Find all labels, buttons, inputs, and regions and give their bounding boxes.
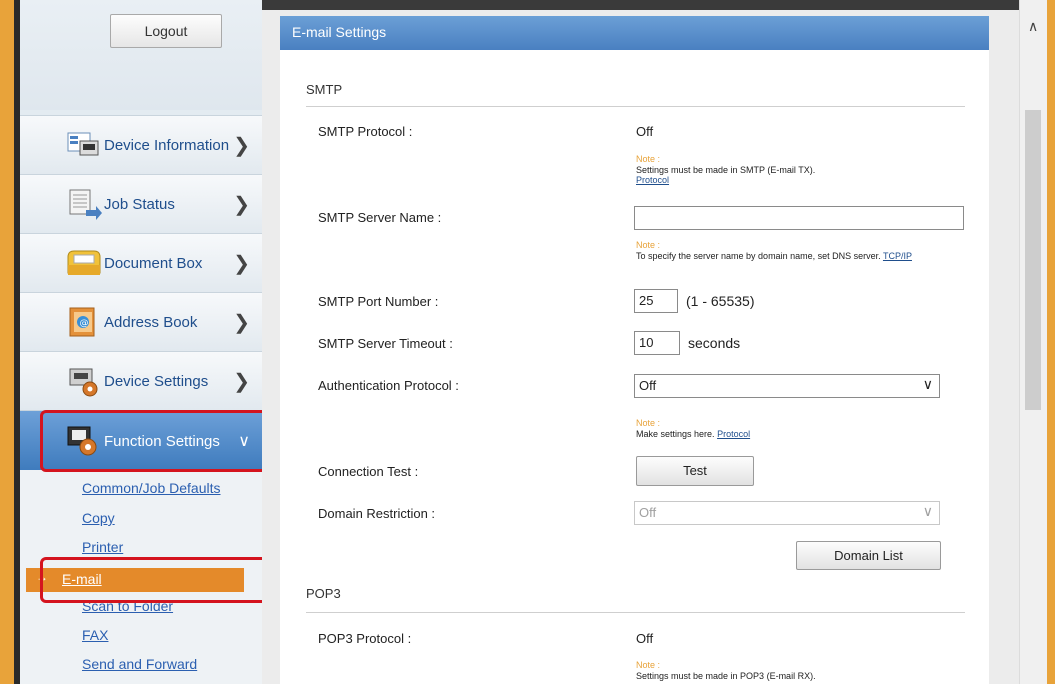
chevron-right-icon: ❯ [233, 134, 250, 157]
note-body: Make settings here. [636, 429, 715, 439]
authentication-protocol-select[interactable]: Off ∨ [634, 374, 940, 398]
smtp-protocol-value: Off [636, 124, 654, 139]
scroll-thumb[interactable] [1025, 110, 1041, 410]
chevron-down-icon: ∨ [922, 376, 933, 392]
smtp-timeout-input[interactable]: 10 [634, 331, 680, 355]
select-value: Off [639, 505, 657, 520]
callout-highlight-2 [40, 557, 276, 603]
note-text: Settings must be made in POP3 (E-mail RX… [636, 671, 936, 684]
smtp-server-name-input[interactable] [634, 206, 964, 230]
nav-document-box[interactable]: Document Box ❯ [20, 233, 262, 292]
submenu-send-and-forward[interactable]: Send and Forward [82, 656, 197, 672]
note-body: Settings must be made in POP3 (E-mail RX… [636, 671, 816, 681]
nav-label: Device Settings [104, 372, 209, 390]
top-strip [262, 0, 1019, 10]
chevron-right-icon: ❯ [233, 370, 250, 393]
note-heading: Note : [636, 240, 661, 250]
nav-label: Job Status [104, 195, 175, 213]
submenu-printer[interactable]: Printer [82, 539, 123, 555]
smtp-timeout-unit: seconds [688, 335, 741, 351]
divider [306, 106, 965, 107]
nav-label: Document Box [104, 254, 203, 272]
nav-device-information[interactable]: Device Information ❯ [20, 115, 262, 174]
pop3-protocol-label: POP3 Protocol : [318, 631, 412, 646]
test-button[interactable]: Test [636, 456, 754, 486]
protocol-link[interactable]: Protocol [717, 429, 750, 439]
smtp-protocol-label: SMTP Protocol : [318, 124, 413, 139]
note-text: Make settings here. Protocol [636, 429, 936, 439]
nav-label: Device Information [104, 136, 230, 154]
vertical-scrollbar[interactable]: ∧ [1019, 0, 1047, 684]
logout-button[interactable]: Logout [110, 14, 222, 48]
panel-header: E-mail Settings [280, 16, 989, 50]
panel-body [280, 50, 989, 684]
device-information-icon [67, 132, 99, 156]
submenu-common-job-defaults[interactable]: Common/Job Defaults [82, 480, 221, 496]
note-heading: Note : [636, 418, 661, 428]
domain-restriction-label: Domain Restriction : [318, 506, 436, 521]
smtp-port-label: SMTP Port Number : [318, 294, 439, 309]
window-frame-right [1046, 0, 1055, 684]
smtp-port-range: (1 - 65535) [686, 293, 755, 309]
note-text: Settings must be made in SMTP (E-mail TX… [636, 165, 936, 185]
divider [306, 612, 965, 613]
protocol-link[interactable]: Protocol [636, 175, 669, 185]
nav-label: Address Book [104, 313, 198, 331]
note-text: To specify the server name by domain nam… [636, 251, 936, 261]
note-heading: Note : [636, 154, 661, 164]
nav-address-book[interactable]: @ Address Book ❯ [20, 292, 262, 351]
authentication-protocol-label: Authentication Protocol : [318, 378, 459, 393]
panel-title: E-mail Settings [292, 24, 387, 40]
note-body: To specify the server name by domain nam… [636, 251, 881, 261]
nav-device-settings[interactable]: Device Settings ❯ [20, 351, 262, 410]
submenu-copy[interactable]: Copy [82, 510, 115, 526]
document-box-icon [67, 250, 101, 275]
window-frame-left [0, 0, 14, 684]
nav-job-status[interactable]: Job Status ❯ [20, 174, 262, 233]
scroll-up-icon[interactable]: ∧ [1028, 18, 1038, 35]
address-book-icon: @ [69, 307, 95, 337]
callout-highlight-1 [40, 410, 276, 472]
select-value: Off [639, 378, 657, 393]
sidebar-header: Logout [20, 0, 262, 110]
chevron-down-icon: ∨ [922, 503, 933, 519]
note-heading: Note : [636, 660, 661, 670]
smtp-server-name-label: SMTP Server Name : [318, 210, 442, 225]
pop3-protocol-value: Off [636, 631, 654, 646]
section-title-pop3: POP3 [306, 586, 341, 601]
job-status-icon [69, 189, 102, 220]
smtp-port-input[interactable]: 25 [634, 289, 678, 313]
chevron-right-icon: ❯ [233, 252, 250, 275]
domain-restriction-select[interactable]: Off ∨ [634, 501, 940, 525]
submenu-fax[interactable]: FAX [82, 627, 108, 643]
smtp-timeout-label: SMTP Server Timeout : [318, 336, 453, 351]
connection-test-label: Connection Test : [318, 464, 419, 479]
chevron-right-icon: ❯ [233, 193, 250, 216]
tcpip-link[interactable]: TCP/IP [883, 251, 912, 261]
device-settings-icon [69, 368, 98, 397]
domain-list-button[interactable]: Domain List [796, 541, 941, 570]
chevron-right-icon: ❯ [233, 311, 250, 334]
svg-text:@: @ [80, 319, 89, 329]
note-body: Settings must be made in SMTP (E-mail TX… [636, 165, 816, 175]
section-title-smtp: SMTP [306, 82, 343, 97]
